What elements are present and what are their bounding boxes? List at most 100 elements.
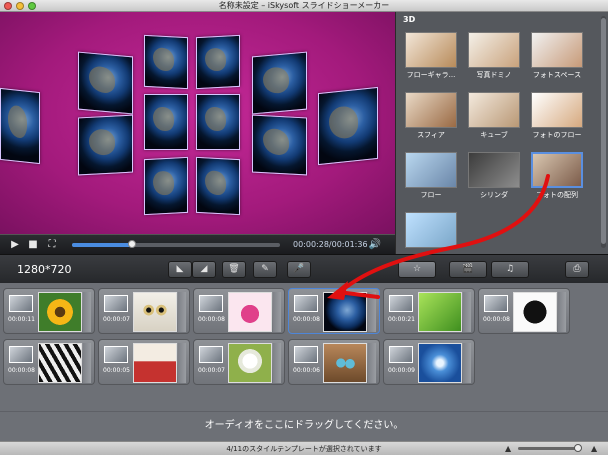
style-item[interactable]: フォトスペース [529, 32, 585, 80]
style-item[interactable]: フォトの配列 [529, 152, 585, 200]
timeline-clip[interactable]: 00:00:08 [193, 288, 285, 334]
player-controls: ▶ ■ ⛶ 00:00:28/00:01:36 🔊 [0, 234, 395, 254]
style-label: キューブ [480, 131, 508, 139]
preview-earth-image [252, 51, 307, 115]
preview-canvas [0, 12, 395, 234]
style-item[interactable]: スフィア [403, 92, 459, 140]
zoom-out-icon[interactable]: ▲ [505, 442, 511, 455]
clip-style-thumbnail [9, 346, 33, 363]
clip-transition-handle[interactable] [83, 343, 91, 383]
stop-icon[interactable]: ■ [27, 235, 39, 255]
style-label: フロー [420, 191, 442, 199]
fullscreen-icon[interactable]: ⛶ [45, 235, 59, 255]
export-icon[interactable]: ⎙ [565, 261, 589, 278]
clip-photo-zebra [38, 343, 82, 383]
style-thumbnail [405, 32, 457, 68]
clip-duration: 00:00:08 [8, 367, 35, 374]
clip-photo-owl [133, 292, 177, 332]
style-item[interactable]: キューブ [466, 92, 522, 140]
timeline-clip[interactable]: 00:00:11 [3, 288, 95, 334]
preview-earth-image [252, 114, 307, 176]
audio-drop-hint: オーディオをここにドラッグしてください。 [204, 420, 404, 431]
style-icon[interactable]: ☆ [398, 261, 436, 278]
zoom-in-icon[interactable]: ▲ [591, 442, 597, 455]
style-item[interactable]: シリンダ [466, 152, 522, 200]
style-item[interactable]: フロー [403, 152, 459, 200]
clip-photo-drum [133, 343, 177, 383]
style-thumbnail [405, 92, 457, 128]
style-panel: 3D フローギャラ... 写真ドミノ フォトスペーススフィア キューブ フォトのフローフ… [395, 12, 608, 254]
volume-icon[interactable]: 🔊 [368, 235, 382, 255]
style-label: フォトスペース [532, 71, 582, 79]
clip-style-thumbnail [294, 346, 318, 363]
music-icon[interactable]: ♫ [491, 261, 529, 278]
preview-earth-image [144, 94, 188, 150]
clip-duration: 00:00:09 [388, 367, 415, 374]
status-text: 4/11のスタイルテンプレートが選択されています [226, 445, 382, 453]
audio-drop-zone[interactable]: オーディオをここにドラッグしてください。 [0, 411, 608, 441]
clip-photo-leaf [418, 292, 462, 332]
clip-transition-handle[interactable] [463, 292, 471, 332]
clip-photo-eggs [323, 343, 367, 383]
style-panel-scrollbar[interactable] [601, 16, 606, 248]
playback-scrubber[interactable] [128, 240, 137, 248]
media-icon[interactable]: 🎬 [449, 261, 487, 278]
timeline-clip[interactable]: 00:00:09 [383, 339, 475, 385]
style-label: フォトの配列 [536, 191, 578, 199]
microphone-icon[interactable]: 🎤 [287, 261, 311, 278]
style-category-label: 3D [403, 15, 416, 24]
style-thumbnail [531, 152, 583, 188]
clip-transition-handle[interactable] [178, 343, 186, 383]
preview-earth-image [318, 86, 378, 166]
clip-duration: 00:00:07 [103, 316, 130, 323]
clip-transition-handle[interactable] [368, 292, 376, 332]
playback-progress[interactable] [72, 240, 280, 248]
timeline-clip[interactable]: 00:00:07 [98, 288, 190, 334]
style-label: シリンダ [480, 191, 508, 199]
clip-style-thumbnail [104, 346, 128, 363]
clip-transition-handle[interactable] [178, 292, 186, 332]
timeline-clip[interactable]: 00:00:21 [383, 288, 475, 334]
clip-duration: 00:00:06 [293, 367, 320, 374]
clip-style-thumbnail [9, 295, 33, 312]
style-item[interactable]: フォトのフロー [529, 92, 585, 140]
clip-transition-handle[interactable] [273, 343, 281, 383]
style-label: 写真ドミノ [476, 71, 512, 79]
clip-transition-handle[interactable] [558, 292, 566, 332]
clip-photo-sunflower [38, 292, 82, 332]
style-thumbnail [468, 152, 520, 188]
style-thumbnail [405, 212, 457, 248]
timeline-clip[interactable]: 00:00:07 [193, 339, 285, 385]
preview-earth-image [144, 156, 188, 216]
edit-icon[interactable]: ✎ [253, 261, 277, 278]
zoom-slider[interactable] [518, 447, 578, 450]
timeline-clip[interactable]: 00:00:05 [98, 339, 190, 385]
status-bar: 4/11のスタイルテンプレートが選択されています ▲ ▲ [0, 441, 608, 455]
clip-transition-handle[interactable] [368, 343, 376, 383]
timeline-clip[interactable]: 00:00:08 [3, 339, 95, 385]
style-item[interactable] [403, 212, 459, 250]
preview-earth-image [78, 51, 133, 115]
trash-icon[interactable]: 🗑 [222, 261, 246, 278]
clip-transition-handle[interactable] [463, 343, 471, 383]
preview-earth-image [144, 34, 188, 90]
timeline: 00:00:11 00:00:07 00:00:08 00:00:08 00:00:21… [0, 283, 608, 411]
play-icon[interactable]: ▶ [8, 235, 22, 255]
style-thumbnail [405, 152, 457, 188]
flip-left-icon[interactable]: ◣ [168, 261, 192, 278]
timeline-clip[interactable]: 00:00:08 [288, 288, 380, 334]
clip-duration: 00:00:11 [8, 316, 35, 323]
style-thumbnail [531, 92, 583, 128]
clip-style-thumbnail [199, 295, 223, 312]
zoom-slider-knob[interactable] [574, 444, 582, 452]
clip-transition-handle[interactable] [273, 292, 281, 332]
timeline-clip[interactable]: 00:00:08 [478, 288, 570, 334]
clip-photo-snowflake [418, 343, 462, 383]
preview-earth-image [196, 34, 240, 90]
flip-right-icon[interactable]: ◢ [192, 261, 216, 278]
timeline-clip[interactable]: 00:00:06 [288, 339, 380, 385]
style-item[interactable]: 写真ドミノ [466, 32, 522, 80]
clip-transition-handle[interactable] [83, 292, 91, 332]
style-item[interactable]: フローギャラ... [403, 32, 459, 80]
window-title: 名称未設定 – iSkysoft スライドショーメーカー [218, 1, 390, 10]
